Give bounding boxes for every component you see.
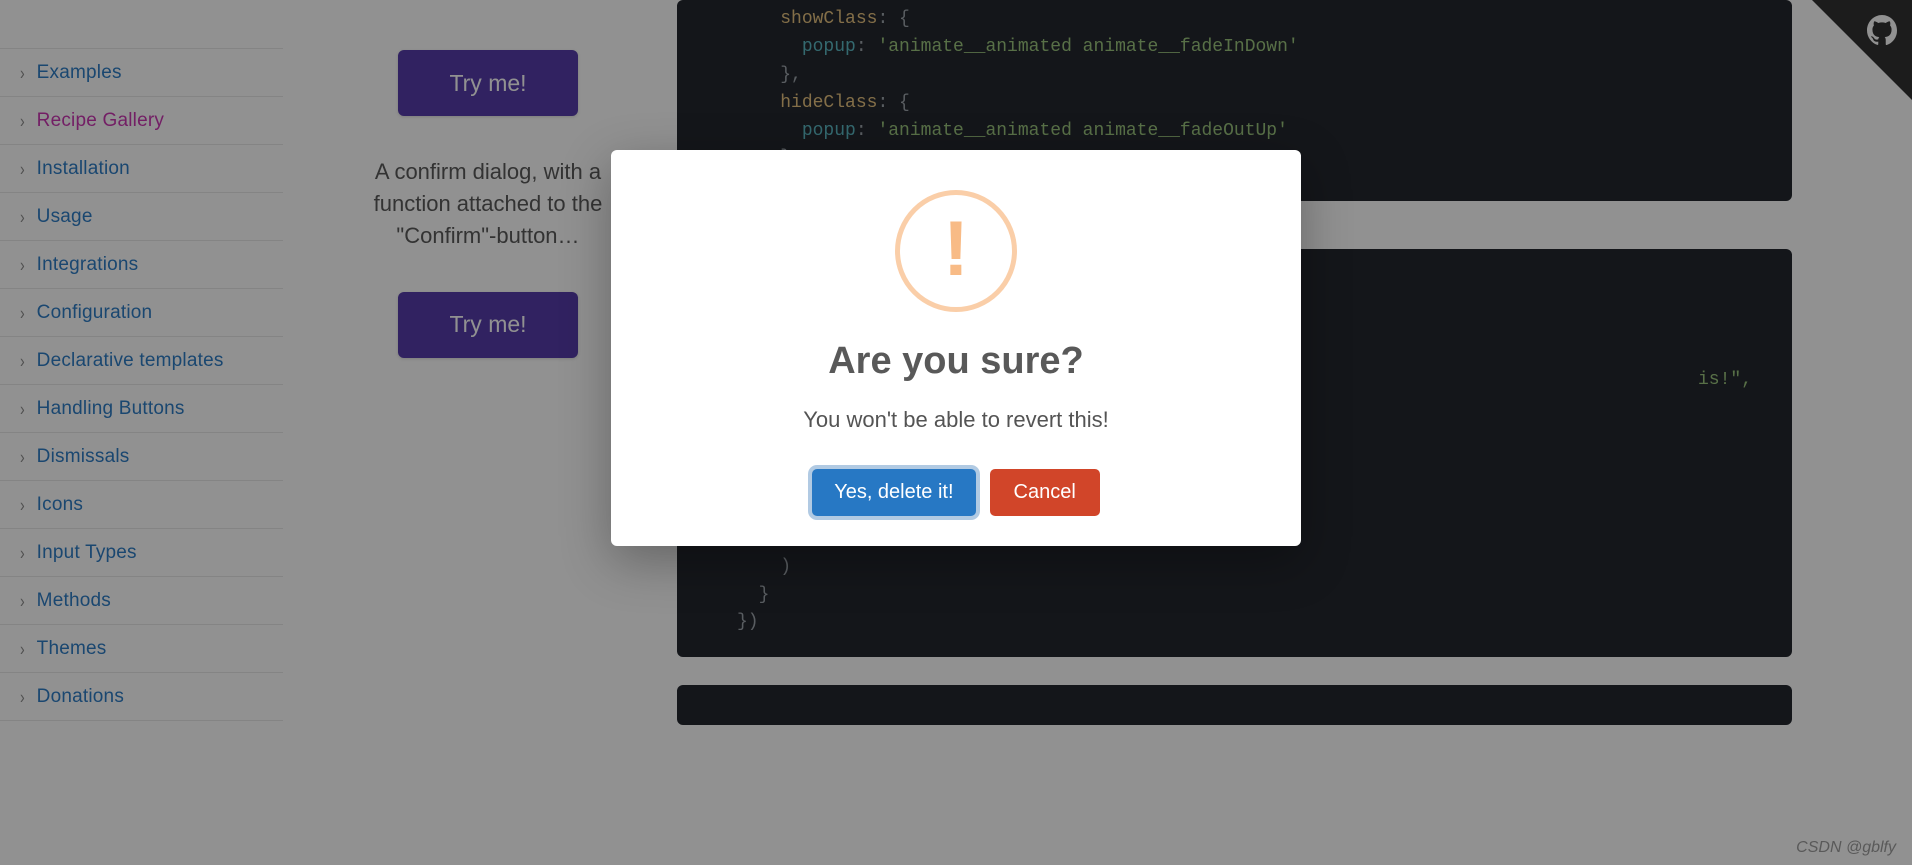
modal-text: You won't be able to revert this!	[803, 407, 1108, 433]
confirm-button[interactable]: Yes, delete it!	[812, 469, 975, 516]
modal-title: Are you sure?	[828, 340, 1084, 383]
cancel-button[interactable]: Cancel	[990, 469, 1100, 516]
modal-actions: Yes, delete it! Cancel	[812, 469, 1100, 516]
modal-overlay[interactable]: ! Are you sure? You won't be able to rev…	[0, 0, 1912, 865]
confirm-dialog: ! Are you sure? You won't be able to rev…	[611, 150, 1301, 546]
warning-icon: !	[895, 190, 1017, 312]
